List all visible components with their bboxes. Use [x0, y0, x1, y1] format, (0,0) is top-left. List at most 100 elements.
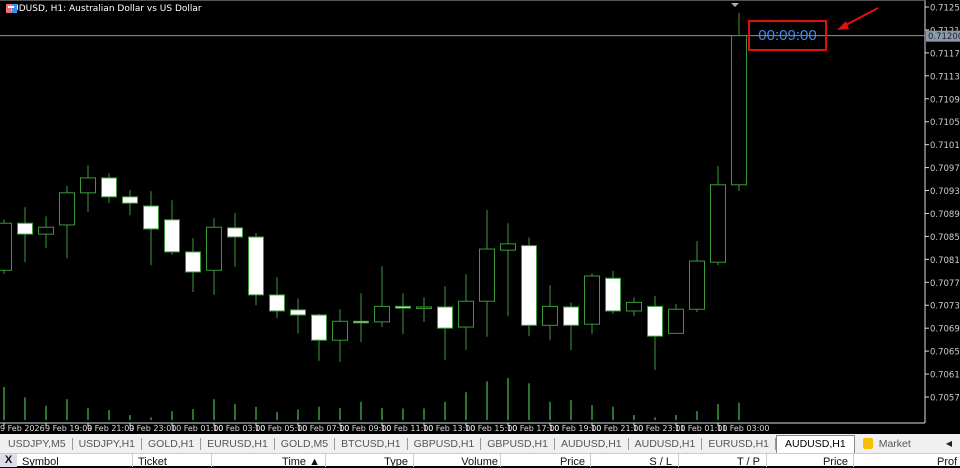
bear-candle-body [122, 196, 138, 204]
candle [416, 297, 432, 322]
chart-tab[interactable]: BTCUSD,H1 [335, 437, 408, 450]
price-tick-label: 0.71170 [930, 49, 960, 59]
column-separator[interactable] [325, 454, 326, 467]
chart-tab[interactable]: AUDUSD,H1 [555, 437, 629, 450]
bear-candle-body [269, 294, 285, 312]
price-tick-label: 0.71050 [930, 118, 960, 128]
price-tick-label: 0.70650 [930, 348, 960, 358]
chart-title-bar: AUDUSD, H1: Australian Dollar vs US Doll… [6, 4, 202, 14]
candle [626, 297, 642, 317]
chart-canvas[interactable]: 0.712500.712100.711700.711300.710900.710… [0, 0, 960, 434]
chart-tab[interactable]: USDJPY,H1 [73, 437, 142, 450]
time-label: 9 Feb 23:00 [129, 424, 176, 433]
price-tick-label: 0.70810 [930, 256, 960, 266]
price-tick-label: 0.71010 [930, 141, 960, 151]
column-separator[interactable] [132, 454, 133, 467]
candle [584, 273, 600, 334]
bear-candle-body [647, 305, 663, 337]
timer-text: 00:09:00 [758, 27, 817, 44]
period-separator-marker-icon [731, 3, 739, 7]
close-icon[interactable]: X [0, 454, 17, 467]
column-header[interactable]: Ticket [138, 456, 167, 468]
candle [374, 266, 390, 328]
bear-candle-body [353, 320, 369, 324]
annotation-arrowhead-icon [837, 21, 849, 30]
bull-candle-body [668, 308, 684, 334]
column-header[interactable]: Symbol [22, 456, 59, 468]
column-header[interactable]: Price [823, 456, 848, 468]
candle [311, 313, 327, 361]
chart-tabs: USDJPY,M5 USDJPY,H1 GOLD,H1 EURUSD,H1 GOLD,M… [0, 434, 960, 453]
candle [521, 237, 537, 337]
current-price-label: 0.71200 [928, 32, 960, 42]
bull-candle-body [59, 192, 75, 226]
column-header[interactable]: Time ▲ [282, 456, 320, 468]
candle [269, 277, 285, 318]
chart-tab[interactable]: AUDUSD,H1 [776, 435, 855, 453]
column-separator[interactable] [413, 454, 414, 467]
chart-tab[interactable]: GBPUSD,H1 [481, 437, 555, 450]
candle [101, 173, 117, 204]
market-tab[interactable]: Market [855, 438, 917, 450]
column-separator[interactable] [500, 454, 501, 467]
bear-candle-body [311, 314, 327, 341]
column-separator[interactable] [678, 454, 679, 467]
chart-tab[interactable]: AUDUSD,H1 [629, 437, 703, 450]
candle [500, 223, 516, 317]
bear-candle-body [164, 219, 180, 253]
trade-icon[interactable] [6, 4, 17, 13]
column-header[interactable]: Price [560, 456, 585, 468]
bear-candle-body [17, 222, 33, 235]
chart-tab[interactable]: GOLD,M5 [275, 437, 336, 450]
bull-candle-body [80, 177, 96, 194]
bear-candle-body [101, 177, 117, 198]
chart-tab[interactable]: USDJPY,M5 [2, 437, 73, 450]
chart-title: AUDUSD, H1: Australian Dollar vs US Doll… [6, 4, 202, 14]
candle [143, 191, 159, 266]
candle [458, 274, 474, 350]
price-tick-label: 0.70610 [930, 371, 960, 381]
candle [668, 304, 684, 334]
bear-candle-body [395, 305, 411, 309]
annotation-arrow-icon [841, 7, 879, 28]
bull-candle-body [479, 248, 495, 302]
column-separator[interactable] [590, 454, 591, 467]
candle [605, 270, 621, 314]
column-separator[interactable] [853, 454, 854, 467]
shopping-bag-icon [862, 438, 873, 449]
candle [206, 218, 222, 295]
column-header[interactable]: T / P [737, 456, 760, 468]
candle [710, 165, 726, 266]
candle [0, 219, 12, 274]
bull-candle-body [0, 222, 12, 271]
tab-scroll-left-icon[interactable]: ◀ [946, 439, 952, 448]
candle [479, 210, 495, 337]
column-header[interactable]: S / L [649, 456, 672, 468]
bull-candle-body [206, 226, 222, 271]
column-header[interactable]: Prof [937, 456, 957, 468]
price-tick-label: 0.71130 [930, 72, 960, 82]
candle [542, 285, 558, 341]
price-tick-label: 0.70730 [930, 302, 960, 312]
time-label: 11 Feb 03:00 [717, 424, 769, 433]
chart-tab[interactable]: EURUSD,H1 [702, 437, 777, 450]
column-separator[interactable] [211, 454, 212, 467]
price-chart[interactable]: 0.712500.712100.711700.711300.710900.710… [0, 0, 960, 434]
chart-tab[interactable]: EURUSD,H1 [201, 437, 275, 450]
bull-candle-body [584, 275, 600, 325]
candle [185, 238, 201, 293]
candle [290, 298, 306, 334]
column-header[interactable]: Volume [461, 456, 498, 468]
chart-tab[interactable]: GBPUSD,H1 [408, 437, 482, 450]
chart-tab[interactable]: GOLD,H1 [142, 437, 202, 450]
column-header[interactable]: Type [384, 456, 408, 468]
price-tick-label: 0.70570 [930, 393, 960, 403]
candle [17, 207, 33, 263]
price-tick-label: 0.70970 [930, 164, 960, 174]
candle-countdown-timer: 00:09:00 [748, 20, 827, 51]
bear-candle-body [437, 306, 453, 329]
price-tick-label: 0.70890 [930, 210, 960, 220]
candle [332, 309, 348, 363]
bear-candle-body [143, 205, 159, 230]
column-separator[interactable] [766, 454, 767, 467]
